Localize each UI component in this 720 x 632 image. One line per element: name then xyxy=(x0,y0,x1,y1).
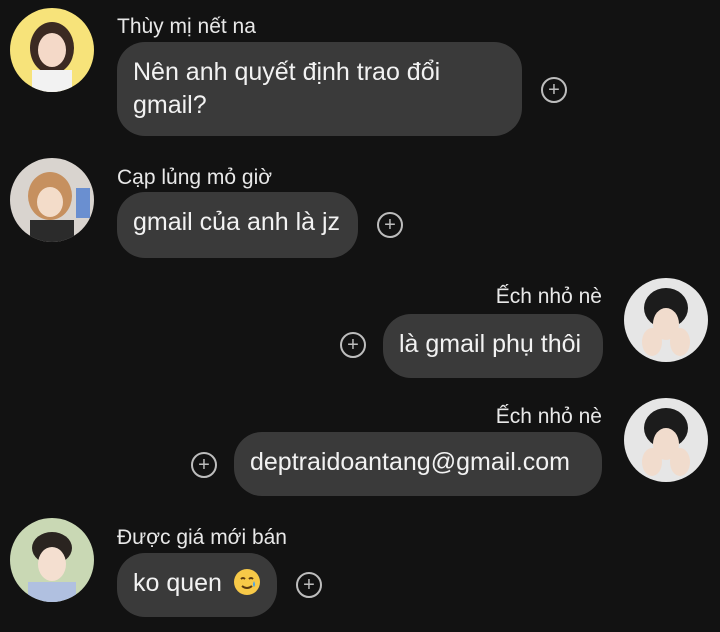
smiling-face-with-tear-icon xyxy=(233,568,261,596)
avatar[interactable] xyxy=(624,278,708,362)
message-bubble[interactable]: gmail của anh là jz xyxy=(117,192,358,258)
message-text: là gmail phụ thôi xyxy=(399,330,582,358)
sender-name: Thùy mị nết na xyxy=(117,15,256,38)
message-bubble[interactable]: là gmail phụ thôi xyxy=(383,314,603,378)
message-text: ko quen xyxy=(133,569,222,597)
sender-name: Ếch nhỏ nè xyxy=(495,285,602,308)
add-reaction-icon[interactable]: + xyxy=(541,77,567,103)
avatar[interactable] xyxy=(10,158,94,242)
avatar[interactable] xyxy=(624,398,708,482)
add-reaction-icon[interactable]: + xyxy=(191,452,217,478)
message-text: Nên anh quyết định trao đổi xyxy=(133,58,441,86)
message-text: deptraidoantang@gmail.com xyxy=(250,448,571,476)
sender-name: Ếch nhỏ nè xyxy=(495,405,602,428)
avatar[interactable] xyxy=(10,8,94,92)
add-reaction-icon[interactable]: + xyxy=(377,212,403,238)
message-text: gmail của anh là jz xyxy=(133,208,341,236)
sender-name: Cạp lủng mỏ giờ xyxy=(117,166,273,189)
add-reaction-icon[interactable]: + xyxy=(340,332,366,358)
add-reaction-icon[interactable]: + xyxy=(296,572,322,598)
message-bubble[interactable]: deptraidoantang@gmail.com xyxy=(234,432,602,496)
message-bubble[interactable]: Nên anh quyết định trao đổi gmail? xyxy=(117,42,522,136)
message-text: gmail? xyxy=(133,91,207,119)
message-bubble[interactable]: ko quen xyxy=(117,553,277,617)
avatar[interactable] xyxy=(10,518,94,602)
sender-name: Được giá mới bán xyxy=(117,526,287,549)
